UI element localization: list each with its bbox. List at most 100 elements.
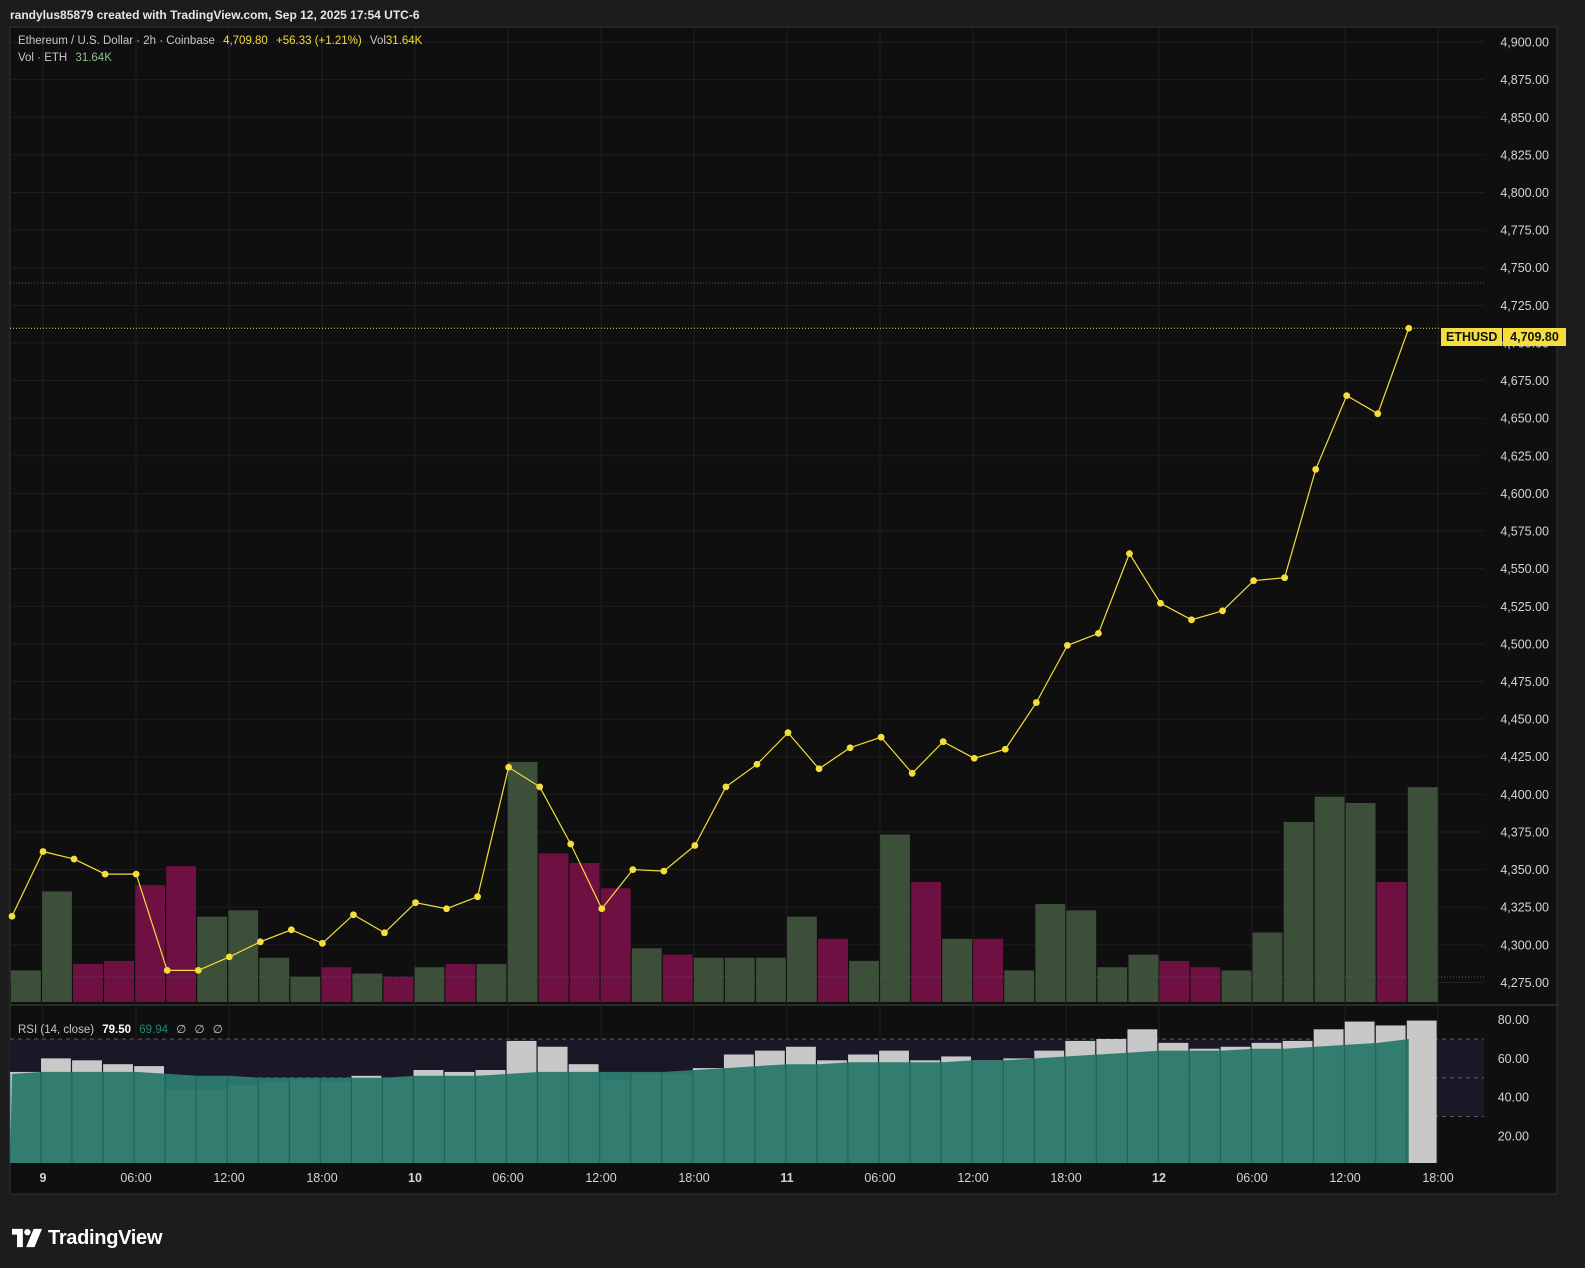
volume-bar: [476, 964, 507, 1002]
price-point: [784, 729, 792, 737]
price-point: [567, 840, 575, 848]
rsi-y-tick-label: 60.00: [1498, 1052, 1529, 1066]
price-point: [1219, 607, 1226, 615]
x-tick-label: 11: [780, 1171, 793, 1185]
volume-bar: [1407, 787, 1438, 1002]
volume-bar: [42, 891, 72, 1002]
chart-canvas[interactable]: 9 06:00 12:00 18:00 10 06:00 12:00 18:00 11 06:00…: [0, 0, 1585, 1268]
x-tick-label: 12:00: [957, 1171, 988, 1185]
volume-bar: [1345, 802, 1376, 1002]
price-change: +56.33 (+1.21%): [276, 35, 362, 47]
volume-bar: [1097, 967, 1128, 1002]
x-tick-label: 06:00: [492, 1171, 523, 1185]
volume-bar: [1283, 821, 1314, 1002]
volume-indicator-value: 31.64K: [75, 52, 112, 64]
volume-bar: [11, 970, 41, 1002]
volume-bar: [818, 938, 848, 1002]
volume-bar: [290, 976, 321, 1002]
x-tick-label: 06:00: [120, 1171, 151, 1185]
y-tick-label: 4,750.00: [1500, 261, 1549, 275]
y-tick-label: 4,325.00: [1500, 901, 1549, 915]
volume-bar: [445, 964, 476, 1002]
tradingview-brand[interactable]: TradingView: [12, 1225, 162, 1251]
volume-bar: [73, 964, 103, 1002]
price-point: [1343, 392, 1351, 400]
y-tick-label: 4,375.00: [1500, 825, 1549, 839]
rsi-empty-1: ∅: [176, 1024, 187, 1036]
price-point: [722, 783, 730, 791]
price-point: [1188, 616, 1195, 624]
volume-bar: [104, 960, 134, 1002]
y-tick-label: 4,575.00: [1500, 525, 1549, 539]
x-tick-label: 12: [1152, 1171, 1166, 1185]
y-tick-label: 4,600.00: [1500, 487, 1549, 501]
volume-bar: [631, 948, 662, 1002]
volume-bar: [259, 957, 290, 1002]
volume-bar: [1190, 967, 1221, 1002]
price-point: [660, 867, 668, 875]
price-point: [225, 953, 233, 961]
price-point: [1063, 642, 1071, 649]
x-tick-label: 12:00: [585, 1171, 616, 1185]
price-point: [1374, 410, 1382, 418]
volume-legend: Vol · ETH 31.64K: [18, 52, 117, 64]
rsi-value: 79.50: [102, 1024, 132, 1036]
price-point: [8, 912, 16, 920]
vol-value: 31.64K: [385, 35, 423, 47]
y-tick-label: 4,625.00: [1500, 449, 1549, 463]
price-point: [319, 939, 326, 947]
y-tick-label: 4,525.00: [1500, 600, 1549, 614]
y-tick-label: 4,900.00: [1500, 36, 1549, 50]
volume-bar: [1252, 932, 1283, 1002]
volume-bar: [849, 960, 879, 1002]
volume-indicator-label[interactable]: Vol · ETH: [18, 52, 67, 64]
volume-bar: [352, 973, 383, 1002]
price-point: [1157, 599, 1164, 607]
x-tick-label: 18:00: [678, 1171, 709, 1185]
volume-bar: [1035, 904, 1066, 1002]
price-point: [939, 738, 947, 746]
rsi-label[interactable]: RSI (14, close): [18, 1024, 94, 1036]
price-point: [1095, 629, 1102, 637]
rsi-y-tick-label: 80.00: [1498, 1013, 1529, 1027]
y-tick-label: 4,825.00: [1500, 148, 1549, 162]
price-point: [815, 765, 823, 773]
y-tick-label: 4,800.00: [1500, 186, 1549, 200]
price-point: [194, 967, 202, 974]
y-tick-label: 4,300.00: [1500, 938, 1549, 952]
vol-label: Vol: [369, 35, 386, 47]
x-tick-label: 18:00: [1422, 1171, 1453, 1185]
volume-bar: [569, 862, 600, 1002]
y-tick-label: 4,775.00: [1500, 224, 1549, 238]
price-point: [163, 967, 171, 974]
volume-bar: [755, 957, 786, 1002]
x-tick-label: 12:00: [213, 1171, 244, 1185]
price-point: [1312, 465, 1320, 473]
x-tick-label: 10: [408, 1171, 422, 1185]
volume-bar: [135, 885, 165, 1002]
price-point: [70, 855, 78, 863]
volume-bar: [166, 866, 197, 1002]
rsi-empty-2: ∅: [194, 1024, 205, 1036]
volume-bar: [383, 976, 414, 1002]
price-point: [536, 783, 544, 791]
symbol-label[interactable]: Ethereum / U.S. Dollar · 2h · Coinbase: [18, 35, 215, 47]
x-tick-label: 06:00: [1236, 1171, 1267, 1185]
y-tick-label: 4,475.00: [1500, 675, 1549, 689]
volume-bar: [942, 938, 973, 1002]
last-price: 4,709.80: [223, 35, 268, 47]
price-point: [598, 905, 606, 913]
volume-bar: [321, 967, 352, 1002]
price-point: [350, 911, 357, 919]
x-tick-label: 18:00: [1050, 1171, 1081, 1185]
price-point: [39, 848, 47, 855]
rsi-empty-3: ∅: [212, 1024, 223, 1036]
price-point: [474, 893, 481, 901]
price-point: [287, 926, 295, 934]
last-price-tag: 4,709.80: [1503, 328, 1566, 346]
volume-bar: [1221, 970, 1252, 1002]
brand-name: TradingView: [48, 1226, 163, 1249]
volume-bar: [693, 957, 724, 1002]
rsi-bar: [1406, 1020, 1437, 1163]
price-point: [1405, 324, 1413, 332]
